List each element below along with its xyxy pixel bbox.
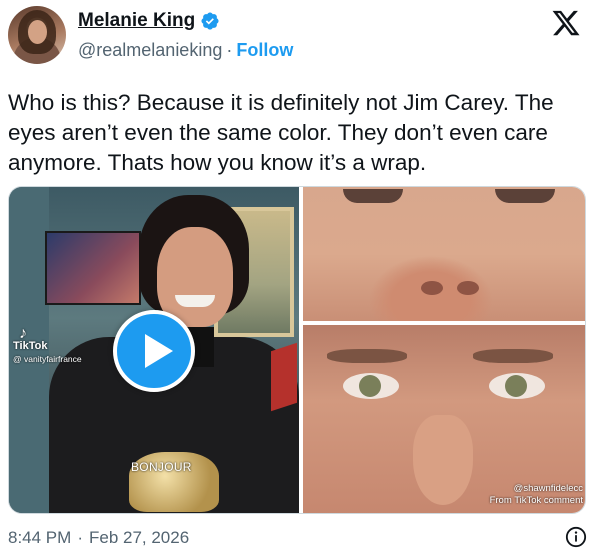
tweet-text: Who is this? Because it is definitely no… [8, 90, 554, 175]
red-flag [271, 342, 297, 412]
closeup-nostril-right [457, 281, 479, 295]
tiktok-watermark: ♪ TikTok @ vanityfairfrance [13, 325, 82, 366]
verified-badge-icon [201, 12, 219, 30]
display-name[interactable]: Melanie King [78, 10, 195, 32]
tweet-header: Melanie King @realmelanieking · Follow [8, 6, 587, 64]
timestamp-separator: · [77, 528, 83, 547]
closeup-nostril-left [421, 281, 443, 295]
user-handle[interactable]: @realmelanieking [78, 40, 222, 61]
media-grid[interactable]: BONJOUR ♪ TikTok @ vanityfairfrance @sha… [8, 186, 586, 514]
avatar-face [28, 20, 47, 44]
closeup-iris-right [505, 375, 527, 397]
avatar[interactable] [8, 6, 66, 64]
handle-row: @realmelanieking · Follow [78, 40, 293, 61]
tweet-time: 8:44 PM [8, 528, 72, 547]
image-credit-handle: @shawnfidelecc [513, 483, 583, 494]
tweet-date: Feb 27, 2026 [88, 528, 190, 547]
person-smile [175, 295, 215, 307]
closeup-eye-left [343, 189, 403, 203]
background-screen [45, 231, 141, 305]
image-credit: @shawnfidelecc From TikTok comment [479, 483, 585, 507]
closeup-nose [413, 415, 473, 505]
x-logo-icon[interactable] [551, 8, 581, 38]
handle-separator: · [226, 40, 233, 60]
tweet-timestamp[interactable]: 8:44 PM · Feb 27, 2026 [8, 528, 189, 548]
closeup-iris-left [359, 375, 381, 397]
tiktok-icon: ♪ [19, 325, 27, 342]
tiktok-label: TikTok [13, 340, 48, 352]
play-button[interactable] [113, 310, 195, 392]
tiktok-handle: @ vanityfairfrance [13, 354, 82, 364]
eyes-closeup-image[interactable]: @shawnfidelecc From TikTok comment [303, 325, 585, 513]
closeup-eye-right [495, 189, 555, 203]
closeup-brow-left [327, 349, 407, 363]
video-thumbnail[interactable]: BONJOUR ♪ TikTok @ vanityfairfrance [9, 187, 299, 513]
nose-closeup-image[interactable] [303, 187, 585, 321]
closeup-brow-right [473, 349, 553, 363]
play-icon [145, 334, 173, 368]
follow-button[interactable]: Follow [236, 40, 293, 61]
image-credit-source: From TikTok comment [489, 495, 583, 506]
info-icon[interactable] [565, 526, 587, 548]
name-row: Melanie King [78, 10, 220, 32]
video-overlay-text: BONJOUR [131, 460, 192, 474]
